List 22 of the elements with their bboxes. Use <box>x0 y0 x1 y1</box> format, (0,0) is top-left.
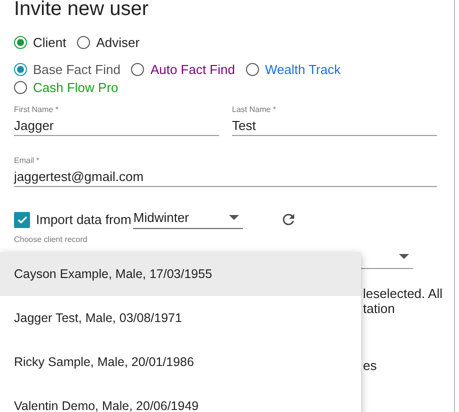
user-type-radio[interactable]: Client <box>14 34 66 51</box>
product-radio[interactable]: Auto Fact Find <box>131 61 235 78</box>
import-checkbox[interactable] <box>14 212 30 228</box>
email-field[interactable]: Email * jaggertest@gmail.com <box>14 156 437 187</box>
menu-item[interactable]: Cayson Example, Male, 17/03/1955 <box>0 252 361 296</box>
menu-item[interactable]: Ricky Sample, Male, 20/01/1986 <box>0 340 361 384</box>
dialog-title: Invite new user <box>14 0 150 19</box>
menu-item[interactable]: Jagger Test, Male, 03/08/1971 <box>0 296 361 340</box>
first-name-field[interactable]: First Name * Jagger <box>14 105 219 136</box>
description-text: es <box>363 358 377 373</box>
caret-icon <box>229 215 240 220</box>
import-label: Import data from <box>36 212 132 227</box>
description-text: leselected. All <box>363 286 442 301</box>
client-record-label: Choose client record <box>14 235 88 245</box>
caret-icon <box>399 254 409 259</box>
menu-item[interactable]: Valentin Demo, Male, 20/06/1949 <box>0 384 361 412</box>
user-type-radio[interactable]: Adviser <box>77 34 140 51</box>
source-select[interactable]: Midwinter <box>133 210 244 229</box>
product-radio[interactable]: Base Fact Find <box>14 61 120 78</box>
description-text: tation <box>363 301 395 316</box>
product-radio[interactable]: Wealth Track <box>246 61 341 78</box>
last-name-field[interactable]: Last Name * Test <box>232 105 437 136</box>
